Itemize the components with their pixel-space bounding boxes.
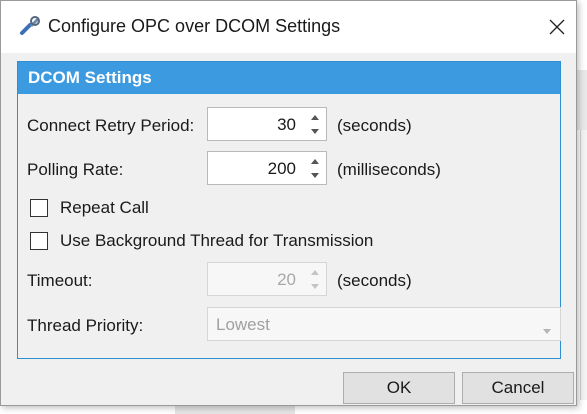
spin-down-icon[interactable] bbox=[308, 280, 322, 292]
connect-retry-unit: (seconds) bbox=[337, 116, 412, 135]
polling-rate-unit: (milliseconds) bbox=[337, 160, 441, 179]
group-header: DCOM Settings bbox=[18, 62, 560, 94]
background-window-fragment bbox=[175, 406, 295, 414]
close-icon bbox=[549, 19, 565, 35]
repeat-call-checkbox-row[interactable]: Repeat Call bbox=[30, 197, 170, 221]
wrench-icon bbox=[19, 15, 41, 37]
background-thread-label: Use Background Thread for Transmission bbox=[60, 231, 374, 250]
spin-up-icon[interactable] bbox=[308, 267, 322, 279]
thread-priority-label: Thread Priority: bbox=[27, 316, 144, 335]
spin-down-icon[interactable] bbox=[308, 125, 322, 137]
chevron-down-icon bbox=[542, 322, 552, 340]
polling-rate-stepper[interactable]: 200 bbox=[207, 151, 327, 185]
close-button[interactable] bbox=[537, 11, 577, 43]
repeat-call-checkbox[interactable] bbox=[30, 199, 48, 217]
background-window-fragment bbox=[580, 130, 587, 400]
title-bar: Configure OPC over DCOM Settings bbox=[1, 1, 576, 53]
background-thread-checkbox-row[interactable]: Use Background Thread for Transmission bbox=[30, 230, 390, 254]
timeout-unit: (seconds) bbox=[337, 271, 412, 290]
ok-button[interactable]: OK bbox=[343, 372, 455, 404]
window-title: Configure OPC over DCOM Settings bbox=[48, 16, 341, 36]
polling-rate-label: Polling Rate: bbox=[27, 160, 124, 179]
polling-rate-value: 200 bbox=[267, 159, 296, 178]
connect-retry-value: 30 bbox=[277, 115, 296, 134]
configure-dialog: Configure OPC over DCOM Settings DCOM Se… bbox=[0, 0, 577, 406]
background-thread-checkbox[interactable] bbox=[30, 232, 48, 250]
cancel-button[interactable]: Cancel bbox=[462, 372, 574, 404]
thread-priority-select[interactable]: Lowest bbox=[207, 307, 561, 341]
spin-down-icon[interactable] bbox=[308, 169, 322, 181]
timeout-value: 20 bbox=[277, 270, 296, 289]
spin-up-icon[interactable] bbox=[308, 112, 322, 124]
timeout-stepper[interactable]: 20 bbox=[207, 262, 327, 296]
spin-up-icon[interactable] bbox=[308, 156, 322, 168]
connect-retry-label: Connect Retry Period: bbox=[27, 116, 195, 135]
repeat-call-label: Repeat Call bbox=[60, 198, 149, 217]
thread-priority-value: Lowest bbox=[216, 315, 270, 334]
connect-retry-stepper[interactable]: 30 bbox=[207, 107, 327, 141]
timeout-label: Timeout: bbox=[27, 271, 93, 290]
dcom-settings-group: DCOM Settings Connect Retry Period: 30 (… bbox=[17, 61, 561, 359]
